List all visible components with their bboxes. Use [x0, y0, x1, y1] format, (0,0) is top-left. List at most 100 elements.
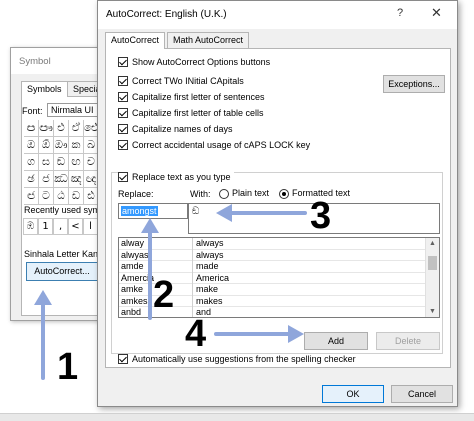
font-label: Font: [22, 106, 43, 116]
symbol-cell[interactable]: ජ [39, 171, 54, 188]
symbol-cell[interactable]: ඔ [24, 137, 39, 154]
symbol-cell[interactable]: එ [54, 120, 69, 137]
symbol-cell[interactable]: ඒ [69, 120, 84, 137]
option-two-initial-caps[interactable]: Correct TWo INitial CApitals [118, 75, 244, 87]
symbol-title: Symbol [19, 56, 51, 67]
option-label: Capitalize first letter of sentences [132, 92, 265, 102]
list-from: amke [121, 284, 144, 294]
recently-used-label: Recently used sym [24, 205, 101, 215]
list-to: made [192, 261, 219, 273]
symbol-titlebar: Symbol [11, 48, 109, 74]
ok-button[interactable]: OK [322, 385, 384, 403]
symbol-cell[interactable]: ඣ [54, 171, 69, 188]
list-scrollbar[interactable]: ▲ ▼ [425, 238, 439, 317]
checkbox[interactable] [118, 140, 128, 150]
option-label: Replace text as you type [132, 172, 231, 182]
tab-math-autocorrect[interactable]: Math AutoCorrect [167, 32, 250, 48]
recent-symbol-cell[interactable]: < [68, 218, 83, 235]
list-from: alwyas [121, 249, 149, 260]
list-from: Amercia [121, 272, 155, 283]
option-replace-as-you-type[interactable]: Replace text as you type [118, 171, 234, 183]
close-icon[interactable]: ✕ [431, 5, 442, 21]
list-from: alway [121, 238, 145, 248]
symbol-cell[interactable]: ඝ [39, 154, 54, 171]
option-label: Show AutoCorrect Options buttons [132, 57, 271, 67]
option-capitalize-sentences[interactable]: Capitalize first letter of sentences [118, 91, 265, 103]
list-to: always [192, 238, 224, 250]
list-to: make [192, 284, 218, 296]
option-label: Capitalize names of days [132, 124, 233, 134]
replace-input[interactable]: amongst [118, 203, 188, 219]
replace-label: Replace: [118, 189, 154, 199]
symbol-cell[interactable]: ඕ [39, 137, 54, 154]
help-icon[interactable]: ? [397, 7, 403, 19]
recent-symbol-cell[interactable]: l [83, 218, 98, 235]
exceptions-button[interactable]: Exceptions... [383, 75, 445, 93]
plain-text-radio[interactable]: Plain text [219, 188, 269, 199]
autocorrect-button[interactable]: AutoCorrect... [26, 262, 98, 281]
list-item[interactable]: amde made [119, 261, 426, 273]
symbol-cell[interactable]: ඞ [54, 154, 69, 171]
checkbox[interactable] [118, 124, 128, 134]
radio-formatted[interactable] [279, 188, 289, 199]
with-value: ඞ [192, 206, 200, 217]
autocorrect-title: AutoCorrect: English (U.K.) [106, 9, 227, 20]
bottom-strip [0, 413, 474, 421]
symbol-cell[interactable]: ඤ [69, 171, 84, 188]
with-label: With: [190, 189, 211, 199]
symbol-cell[interactable]: ඟ [69, 154, 84, 171]
option-show-buttons[interactable]: Show AutoCorrect Options buttons [118, 56, 270, 68]
option-capitalize-table-cells[interactable]: Capitalize first letter of table cells [118, 107, 264, 119]
symbol-cell[interactable]: ඦ [24, 188, 39, 205]
radio-plain[interactable] [219, 188, 229, 199]
option-label: Capitalize first letter of table cells [132, 108, 264, 118]
scroll-up-icon[interactable]: ▲ [429, 240, 436, 247]
list-to: America [192, 272, 229, 284]
option-label: Automatically use suggestions from the s… [132, 354, 356, 364]
scroll-down-icon[interactable]: ▼ [429, 308, 436, 315]
symbol-cell[interactable]: ඩ [69, 188, 84, 205]
checkbox[interactable] [118, 57, 128, 67]
checkbox[interactable] [118, 76, 128, 86]
delete-button[interactable]: Delete [376, 332, 440, 350]
recent-symbol-cell[interactable]: ඹ [23, 218, 38, 235]
checkbox[interactable] [118, 108, 128, 118]
symbol-cell[interactable]: ඖ [54, 137, 69, 154]
symbol-cell[interactable]: ග [24, 154, 39, 171]
annotation-1: 1 [57, 346, 79, 388]
scroll-thumb[interactable] [428, 256, 437, 270]
symbol-cell[interactable]: ඨ [54, 188, 69, 205]
list-item[interactable]: alwyas always [119, 249, 426, 261]
recent-symbol-cell[interactable]: 1 [38, 218, 53, 235]
list-from: amkes [121, 295, 148, 306]
cancel-button[interactable]: Cancel [391, 385, 453, 403]
symbol-cell[interactable]: ඡ [24, 171, 39, 188]
add-button[interactable]: Add [304, 332, 368, 350]
annotation-4: 4 [185, 313, 207, 355]
tab-symbols[interactable]: Symbols [21, 81, 68, 97]
list-from: amde [121, 261, 144, 271]
annotation-2: 2 [153, 274, 175, 316]
list-to: always [192, 249, 224, 261]
tab-autocorrect[interactable]: AutoCorrect [105, 32, 166, 49]
checkbox[interactable] [118, 92, 128, 102]
symbol-cell[interactable]: ඏ [24, 120, 39, 137]
checkbox[interactable] [118, 354, 128, 364]
option-caps-lock[interactable]: Correct accidental usage of cAPS LOCK ke… [118, 139, 310, 151]
option-label: Correct accidental usage of cAPS LOCK ke… [132, 140, 311, 150]
annotation-3: 3 [310, 195, 332, 237]
option-capitalize-days[interactable]: Capitalize names of days [118, 123, 233, 135]
autocorrect-titlebar: AutoCorrect: English (U.K.) ? ✕ [98, 1, 457, 29]
checkbox[interactable] [118, 172, 128, 182]
list-item[interactable]: alway always [119, 238, 426, 250]
character-name: Sinhala Letter Kant [24, 249, 101, 259]
option-label: Correct TWo INitial CApitals [132, 76, 244, 86]
option-auto-suggestions[interactable]: Automatically use suggestions from the s… [118, 353, 356, 365]
recent-symbol-cell[interactable]: ‚ [53, 218, 68, 235]
list-to: makes [192, 295, 223, 307]
plain-text-label: Plain text [232, 188, 270, 198]
symbol-cell[interactable]: ඐ [39, 120, 54, 137]
replace-value: amongst [121, 206, 158, 216]
symbol-cell[interactable]: ක [69, 137, 84, 154]
symbol-cell[interactable]: ට [39, 188, 54, 205]
